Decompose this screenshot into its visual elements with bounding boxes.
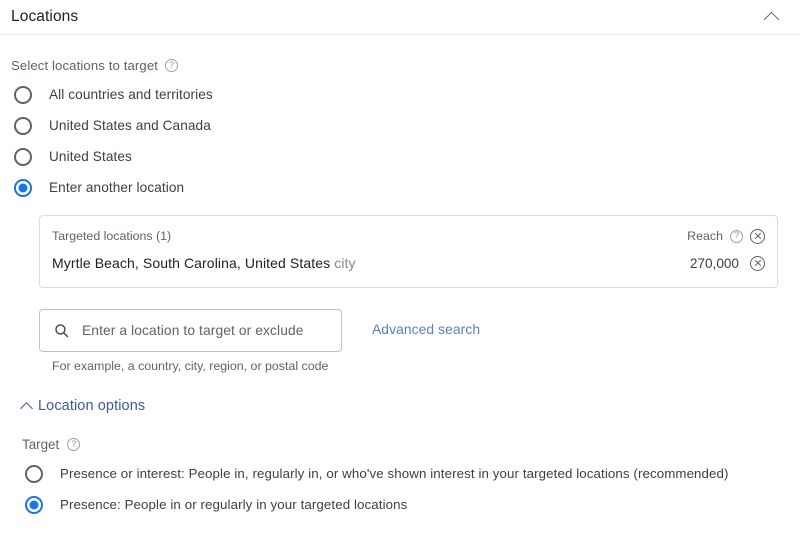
radio-option-enter-another-location[interactable]: Enter another location <box>11 172 789 203</box>
targeted-location-name: Myrtle Beach, South Carolina, United Sta… <box>52 255 330 271</box>
targeted-locations-heading: Targeted locations (1) <box>52 229 687 243</box>
chevron-up-icon <box>20 402 33 415</box>
targeted-locations-header-row: Targeted locations (1) Reach ? <box>52 225 765 247</box>
help-circle-icon[interactable]: ? <box>165 59 178 72</box>
location-search-input[interactable]: Enter a location to target or exclude <box>39 309 342 352</box>
table-row: Myrtle Beach, South Carolina, United Sta… <box>52 250 765 276</box>
radio-label: All countries and territories <box>49 87 213 102</box>
radio-indicator[interactable] <box>14 117 32 135</box>
location-options-toggle[interactable]: Location options <box>22 398 145 414</box>
radio-option-all-countries[interactable]: All countries and territories <box>11 79 789 110</box>
location-search-placeholder: Enter a location to target or exclude <box>82 323 304 338</box>
radio-label: Presence: People in or regularly in your… <box>60 497 407 512</box>
radio-label: United States and Canada <box>49 118 211 133</box>
location-target-radio-group: All countries and territories United Sta… <box>11 79 789 203</box>
chevron-up-icon <box>763 11 779 27</box>
radio-option-presence[interactable]: Presence: People in or regularly in your… <box>22 489 778 520</box>
target-radio-group: Presence or interest: People in, regular… <box>11 458 789 520</box>
radio-indicator[interactable] <box>14 148 32 166</box>
page-title: Locations <box>11 8 78 26</box>
target-label-row: Target ? <box>22 437 789 452</box>
location-search-hint: For example, a country, city, region, or… <box>52 359 342 373</box>
radio-indicator-selected[interactable] <box>14 179 32 197</box>
reach-column-label: Reach <box>687 229 723 243</box>
radio-indicator-selected[interactable] <box>25 496 43 514</box>
help-circle-icon[interactable]: ? <box>730 230 743 243</box>
advanced-search-link[interactable]: Advanced search <box>372 322 480 337</box>
select-locations-label: Select locations to target <box>11 58 158 73</box>
collapse-panel-button[interactable] <box>758 4 784 30</box>
locations-panel-header: Locations <box>0 0 800 35</box>
radio-option-united-states[interactable]: United States <box>11 141 789 172</box>
radio-indicator[interactable] <box>14 86 32 104</box>
location-options-label: Location options <box>38 398 145 414</box>
radio-label: Presence or interest: People in, regular… <box>60 466 729 481</box>
radio-label: Enter another location <box>49 180 184 195</box>
radio-indicator[interactable] <box>25 465 43 483</box>
radio-option-presence-or-interest[interactable]: Presence or interest: People in, regular… <box>22 458 778 489</box>
target-label: Target <box>22 437 59 452</box>
targeted-location-type: city <box>334 255 355 271</box>
locations-panel-body: Select locations to target ? All countri… <box>0 58 800 520</box>
targeted-locations-card: Targeted locations (1) Reach ? Myrtle Be… <box>39 215 778 288</box>
select-locations-label-row: Select locations to target ? <box>11 58 789 73</box>
close-circle-icon-remove-location[interactable] <box>750 256 765 271</box>
targeted-location-row-right: 270,000 <box>690 256 765 271</box>
targeted-location-reach-value: 270,000 <box>690 256 739 271</box>
targeted-locations-header-right: Reach ? <box>687 229 765 244</box>
radio-label: United States <box>49 149 132 164</box>
search-icon <box>53 322 70 339</box>
radio-option-us-and-canada[interactable]: United States and Canada <box>11 110 789 141</box>
location-search-row: Enter a location to target or exclude Fo… <box>39 309 789 373</box>
targeted-location-name-cell: Myrtle Beach, South Carolina, United Sta… <box>52 255 690 271</box>
close-circle-icon-clear-all[interactable] <box>750 229 765 244</box>
help-circle-icon[interactable]: ? <box>67 438 80 451</box>
